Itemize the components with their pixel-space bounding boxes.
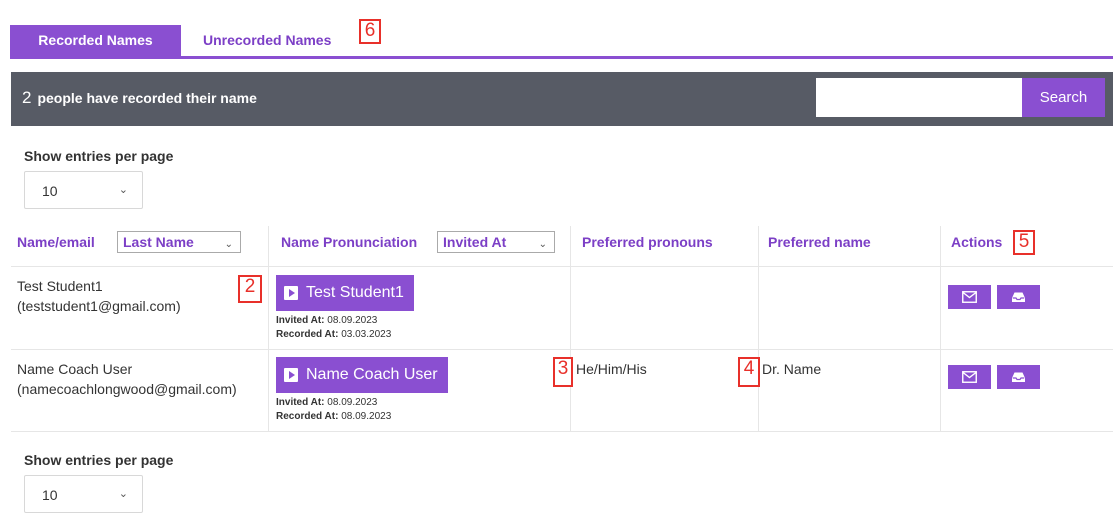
entries-per-page-select[interactable]: 10 ⌄ xyxy=(24,171,143,209)
results-text: people have recorded their name xyxy=(37,90,257,106)
name-sort-select[interactable]: Last Name ⌄ xyxy=(117,231,241,253)
column-divider xyxy=(758,226,759,431)
annotation-marker-4: 4 xyxy=(738,357,760,387)
row-2-email: (namecoachlongwood@gmail.com) xyxy=(17,381,237,397)
play-pronunciation-button[interactable]: Name Coach User xyxy=(276,357,448,393)
name-sort-value: Last Name xyxy=(123,234,194,250)
envelope-icon xyxy=(962,371,977,383)
results-count: 2 xyxy=(22,88,32,107)
entries-per-page-value: 10 xyxy=(42,487,58,503)
play-icon xyxy=(284,368,298,382)
play-icon xyxy=(284,286,298,300)
play-pronunciation-label: Test Student1 xyxy=(306,284,404,301)
entries-per-page-label: Show entries per page xyxy=(24,452,174,468)
email-button[interactable] xyxy=(948,365,991,389)
chevron-down-icon: ⌄ xyxy=(538,239,547,250)
row-1-invited-at: Invited At: 08.09.2023 xyxy=(276,314,377,327)
tab-underline xyxy=(10,56,1113,59)
search-input[interactable] xyxy=(816,78,1022,117)
invited-at-value: 08.09.2023 xyxy=(327,397,378,408)
row-divider xyxy=(11,349,1113,350)
inbox-button[interactable] xyxy=(997,365,1040,389)
inbox-button[interactable] xyxy=(997,285,1040,309)
column-divider xyxy=(268,226,269,431)
tab-recorded-names[interactable]: Recorded Names xyxy=(10,25,181,56)
entries-per-page-label: Show entries per page xyxy=(24,148,174,164)
row-divider xyxy=(11,266,1113,267)
column-header-preferred-pronouns: Preferred pronouns xyxy=(582,234,713,250)
row-divider xyxy=(11,431,1113,432)
envelope-icon xyxy=(962,291,977,303)
annotation-marker-6: 6 xyxy=(359,19,381,44)
results-header: 2 people have recorded their name Search xyxy=(11,72,1113,126)
row-2-pronouns: He/Him/His xyxy=(576,361,647,377)
pronunciation-sort-select[interactable]: Invited At ⌄ xyxy=(437,231,555,253)
column-header-name-pronunciation[interactable]: Name Pronunciation xyxy=(281,234,417,250)
annotation-marker-5: 5 xyxy=(1013,230,1035,255)
entries-per-page-value: 10 xyxy=(42,183,58,199)
inbox-icon xyxy=(1012,292,1025,302)
invited-at-label: Invited At: xyxy=(276,397,325,408)
play-pronunciation-button[interactable]: Test Student1 xyxy=(276,275,414,311)
chevron-down-icon: ⌄ xyxy=(118,184,128,196)
chevron-down-icon: ⌄ xyxy=(224,239,233,250)
invited-at-label: Invited At: xyxy=(276,315,325,326)
chevron-down-icon: ⌄ xyxy=(118,488,128,500)
annotation-marker-2: 2 xyxy=(238,275,262,303)
column-header-preferred-name: Preferred name xyxy=(768,234,871,250)
recorded-at-label: Recorded At: xyxy=(276,329,339,340)
invited-at-value: 08.09.2023 xyxy=(327,315,378,326)
email-button[interactable] xyxy=(948,285,991,309)
play-pronunciation-label: Name Coach User xyxy=(306,366,438,383)
tab-bar: Recorded Names Unrecorded Names xyxy=(10,22,1113,59)
row-2-recorded-at: Recorded At: 08.09.2023 xyxy=(276,410,391,423)
recorded-at-label: Recorded At: xyxy=(276,411,339,422)
inbox-icon xyxy=(1012,372,1025,382)
row-1-name: Test Student1 xyxy=(17,278,103,294)
annotation-marker-3: 3 xyxy=(553,357,573,387)
row-2-name: Name Coach User xyxy=(17,361,133,377)
recorded-at-value: 03.03.2023 xyxy=(341,329,392,340)
column-divider xyxy=(570,226,571,431)
entries-per-page-select[interactable]: 10 ⌄ xyxy=(24,475,143,513)
search-button[interactable]: Search xyxy=(1022,78,1105,117)
row-1-email: (teststudent1@gmail.com) xyxy=(17,298,181,314)
column-header-name-email[interactable]: Name/email xyxy=(17,234,95,250)
tab-unrecorded-names[interactable]: Unrecorded Names xyxy=(188,25,368,56)
pronunciation-sort-value: Invited At xyxy=(443,234,507,250)
column-divider xyxy=(940,226,941,431)
recorded-at-value: 08.09.2023 xyxy=(341,411,392,422)
row-2-preferred-name: Dr. Name xyxy=(762,361,822,377)
row-1-recorded-at: Recorded At: 03.03.2023 xyxy=(276,328,391,341)
results-summary: 2 people have recorded their name xyxy=(22,88,257,108)
row-2-invited-at: Invited At: 08.09.2023 xyxy=(276,396,377,409)
column-header-actions: Actions xyxy=(951,234,1003,250)
